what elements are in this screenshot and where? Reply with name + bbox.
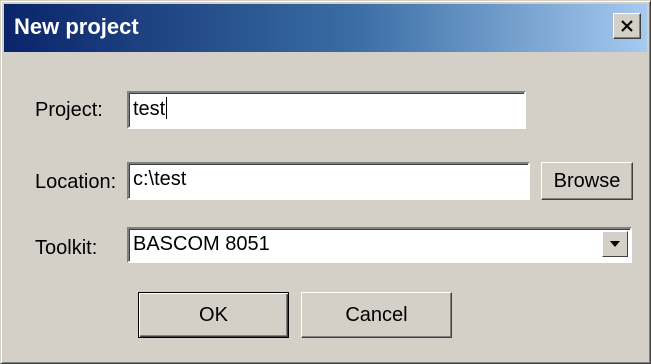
dialog-title: New project — [14, 14, 139, 39]
project-label: Project: — [35, 99, 103, 121]
ok-button-label: OK — [199, 303, 228, 326]
text-caret — [166, 97, 168, 119]
toolkit-select[interactable]: BASCOM 8051 — [127, 227, 632, 263]
location-input[interactable]: c:\test — [127, 162, 530, 200]
toolkit-dropdown-button[interactable] — [602, 231, 628, 257]
title-bar[interactable]: New project — [4, 4, 647, 52]
project-input-value: test — [133, 98, 166, 120]
location-input-value: c:\test — [133, 168, 187, 190]
project-input[interactable]: test — [127, 91, 526, 129]
new-project-dialog: New project Project: test Location: c:\t… — [0, 0, 651, 364]
location-label: Location: — [35, 171, 117, 193]
toolkit-label: Toolkit: — [35, 237, 98, 259]
browse-button[interactable]: Browse — [541, 162, 633, 200]
browse-button-label: Browse — [553, 169, 621, 192]
cancel-button-label: Cancel — [345, 303, 408, 326]
ok-button[interactable]: OK — [138, 292, 289, 338]
cancel-button[interactable]: Cancel — [301, 292, 452, 338]
close-button[interactable] — [613, 13, 641, 39]
toolkit-select-value: BASCOM 8051 — [133, 233, 270, 255]
